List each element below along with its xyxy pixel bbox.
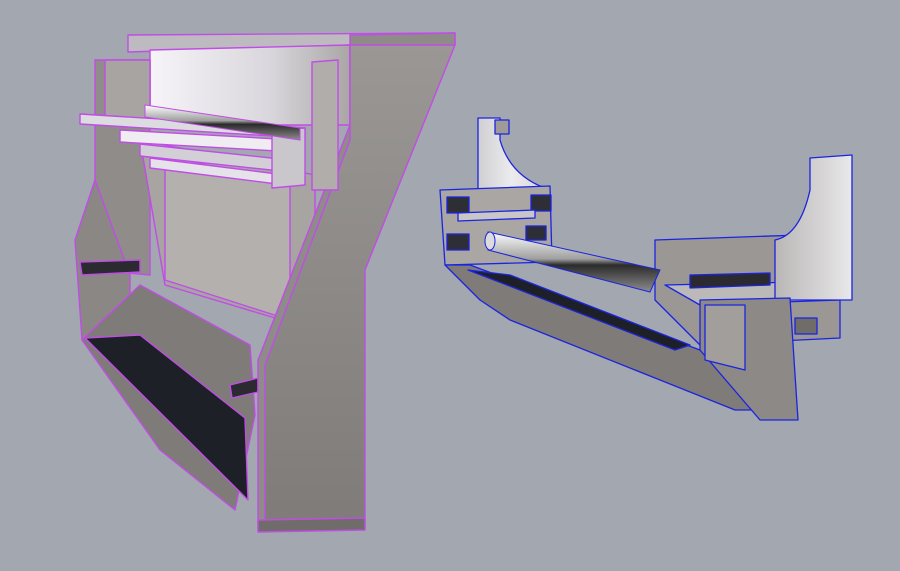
press-frame-left-post-side <box>104 59 151 121</box>
roller-left-block-slot-4 <box>525 225 547 241</box>
roller-left-block-slot-2 <box>530 194 552 212</box>
press-frame-right-plate-bottom <box>257 517 366 533</box>
roller-left-cap <box>494 119 510 135</box>
roller-right-foot <box>794 317 818 335</box>
press-frame-left-ledge <box>79 259 141 276</box>
roller-left-block-slot-1 <box>446 196 470 214</box>
roller-right-support-face <box>704 304 746 371</box>
roller-right-plate <box>689 272 771 289</box>
press-frame[interactable] <box>74 32 456 533</box>
3d-viewport[interactable] <box>0 0 900 571</box>
roller-right-upright <box>774 154 853 301</box>
press-frame-right-post <box>311 59 339 191</box>
roller-left-block-slot-3 <box>446 233 470 251</box>
viewport-canvas[interactable] <box>0 0 900 571</box>
